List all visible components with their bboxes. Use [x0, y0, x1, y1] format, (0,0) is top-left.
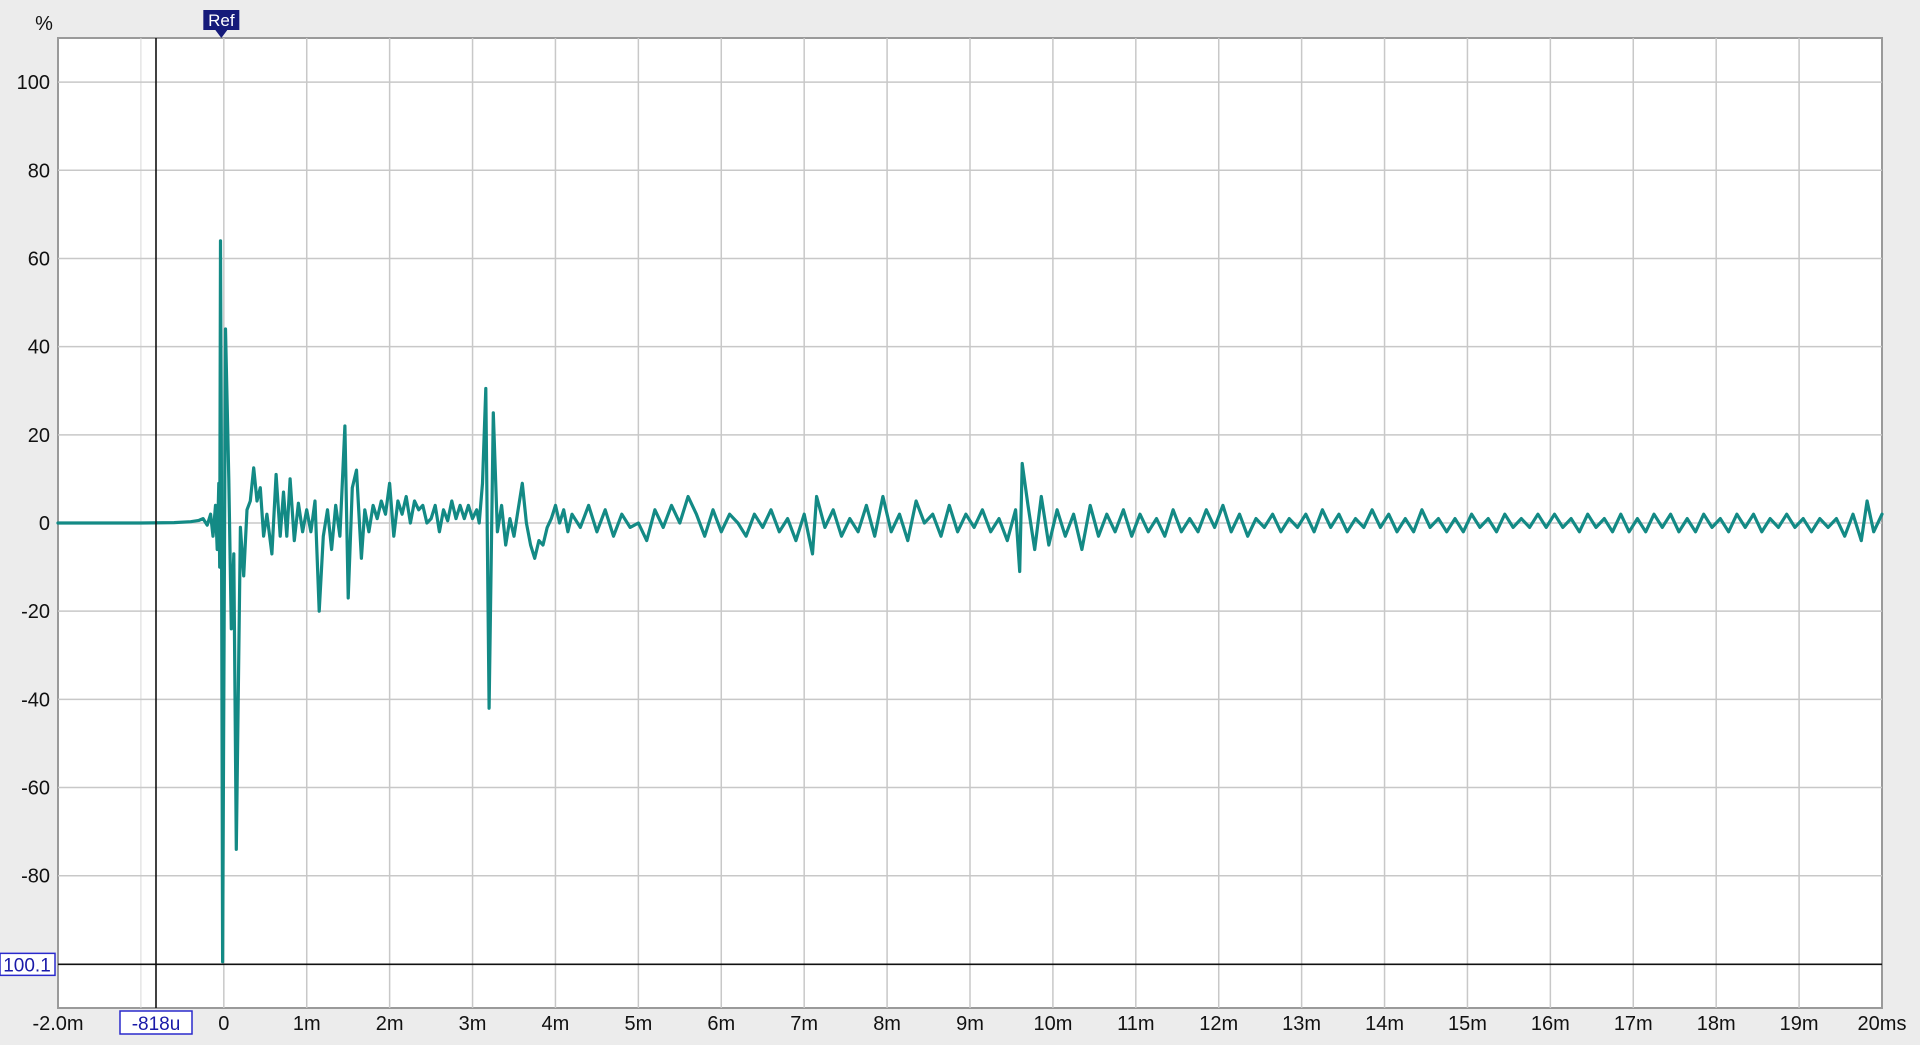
y-tick-label: 100: [17, 72, 50, 94]
y-tick-label: 20: [28, 425, 50, 447]
x-tick-label: 9m: [956, 1013, 984, 1035]
x-tick-label: 2m: [376, 1013, 404, 1035]
y-tick-label: 0: [39, 513, 50, 535]
y-tick-label: -20: [21, 601, 50, 623]
x-tick-label: 11m: [1117, 1013, 1154, 1035]
x-tick-label: 15m: [1448, 1013, 1487, 1035]
impulse-response-chart[interactable]: -818u 100.1 Ref -2.0m 0 1m 2m 3m 4m 5m 6m 7m 8m 9m 10…: [0, 0, 1920, 1045]
x-tick-label: 10m: [1033, 1013, 1072, 1035]
y-tick-label: 40: [28, 337, 50, 359]
x-tick-label: 4m: [542, 1013, 570, 1035]
ref-marker-label: Ref: [208, 11, 235, 30]
x-tick-label: 5m: [624, 1013, 652, 1035]
x-tick-label: 16m: [1531, 1013, 1570, 1035]
y-tick-label: -80: [21, 866, 50, 888]
x-tick-label: 8m: [873, 1013, 901, 1035]
y-tick-label: 60: [28, 248, 50, 270]
x-tick-label: 14m: [1365, 1013, 1404, 1035]
x-tick-label: 7m: [790, 1013, 818, 1035]
x-tick-label: 1m: [293, 1013, 321, 1035]
x-tick-label: 20ms: [1858, 1013, 1907, 1035]
x-tick-label: 19m: [1780, 1013, 1819, 1035]
x-tick-label: 12m: [1199, 1013, 1238, 1035]
x-tick-label: 18m: [1697, 1013, 1736, 1035]
x-tick-label: 3m: [459, 1013, 487, 1035]
x-tick-label: -2.0m: [32, 1013, 83, 1035]
y-axis-unit-label: %: [35, 13, 53, 35]
cursor-y-readout: 100.1: [3, 955, 51, 976]
x-tick-label: 0: [218, 1013, 229, 1035]
x-tick-label: 17m: [1614, 1013, 1653, 1035]
x-tick-label: 13m: [1282, 1013, 1321, 1035]
y-tick-label: 80: [28, 160, 50, 182]
x-tick-label: 6m: [707, 1013, 735, 1035]
cursor-x-readout: -818u: [132, 1014, 181, 1035]
y-tick-label: -40: [21, 689, 50, 711]
y-tick-label: -60: [21, 778, 50, 800]
